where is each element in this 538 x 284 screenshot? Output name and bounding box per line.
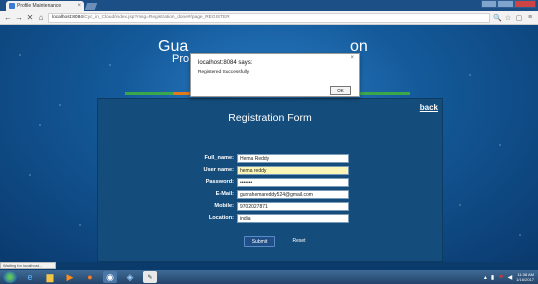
browser-titlebar: Profile Maintenance × xyxy=(0,0,538,11)
dialog-message: Registered Successfully xyxy=(198,70,250,75)
forward-arrow-icon[interactable]: → xyxy=(15,13,23,22)
form-title: Registration Form xyxy=(228,112,312,124)
minimize-button[interactable] xyxy=(481,0,498,8)
tab-title: Profile Maintenance xyxy=(17,3,62,9)
clock[interactable]: 11:38 AM 1/16/2017 xyxy=(516,272,534,282)
submit-button[interactable]: Submit xyxy=(244,236,275,247)
windows-taskbar: e ▆ ▶ ● ◉ ◈ ✎ ▴ ▮ ⚑ ◀ 11:38 AM 1/16/2017 xyxy=(0,270,538,284)
browser-status-bar: Waiting for localhost... xyxy=(0,262,56,269)
password-input[interactable]: ••••••• xyxy=(237,178,349,187)
dialog-close-icon[interactable]: × xyxy=(350,55,354,61)
page-subheading-left: Pro xyxy=(172,53,190,65)
folder-icon[interactable]: ▆ xyxy=(43,271,57,283)
menu-strip-segment[interactable] xyxy=(362,92,410,95)
url-host: localhost:8084 xyxy=(52,15,83,20)
password-label: Password: xyxy=(205,179,234,185)
form-row-user-name: User name: hema reddy xyxy=(98,166,444,176)
tab-close-icon[interactable]: × xyxy=(77,3,81,9)
window-close-button[interactable] xyxy=(513,0,536,8)
start-button[interactable] xyxy=(3,271,17,283)
menu-icon[interactable]: ≡ xyxy=(526,14,534,21)
full-name-label: Full_name: xyxy=(204,155,234,161)
window-controls xyxy=(481,0,536,8)
address-bar-row: ← → ✕ ⌂ localhost:8084 /Cyc_in_Cloud/ind… xyxy=(0,11,538,25)
bookmark-star-icon[interactable]: ☆ xyxy=(504,14,512,22)
back-link[interactable]: back xyxy=(420,103,438,112)
reset-button[interactable]: Reset xyxy=(285,236,313,247)
tray-arrow-icon[interactable]: ▴ xyxy=(484,274,487,281)
full-name-input[interactable]: Hema Reddy xyxy=(237,154,349,163)
media-player-icon[interactable]: ▶ xyxy=(63,271,77,283)
user-name-label: User name: xyxy=(203,167,234,173)
mobile-label: Mobile: xyxy=(214,203,234,209)
clock-date: 1/16/2017 xyxy=(516,277,534,282)
flag-icon[interactable]: ⚑ xyxy=(498,274,503,281)
maximize-button[interactable] xyxy=(497,0,514,8)
location-input[interactable]: india xyxy=(237,214,349,223)
form-row-location: Location: india xyxy=(98,214,444,224)
back-arrow-icon[interactable]: ← xyxy=(4,13,12,22)
location-label: Location: xyxy=(208,215,234,221)
mobile-input[interactable]: 9702027871 xyxy=(237,202,349,211)
url-path: /Cyc_in_Cloud/index.jsp?msg=Registration… xyxy=(82,15,230,20)
alert-dialog: localhost:8084 says: Registered Successf… xyxy=(190,53,360,97)
registration-panel: back Registration Form Full_name: Hema R… xyxy=(97,98,443,262)
dialog-title: localhost:8084 says: xyxy=(198,60,253,66)
volume-icon[interactable]: ◀ xyxy=(508,274,513,281)
netbeans-icon[interactable]: ◈ xyxy=(123,271,137,283)
page-content: Gua on Pro e back Registration Form Full… xyxy=(0,25,538,262)
ie-icon[interactable]: e xyxy=(23,271,37,283)
url-input[interactable]: localhost:8084 /Cyc_in_Cloud/index.jsp?m… xyxy=(48,12,490,23)
chrome-icon[interactable]: ◉ xyxy=(103,271,117,283)
extension-icon[interactable]: ▢ xyxy=(515,14,523,22)
network-icon[interactable]: ▮ xyxy=(491,274,494,281)
stop-icon[interactable]: ✕ xyxy=(26,13,34,22)
email-input[interactable]: gurrahemareddy524@gmail.com xyxy=(237,190,349,199)
system-tray: ▴ ▮ ⚑ ◀ 11:38 AM 1/16/2017 xyxy=(484,270,534,284)
zoom-icon[interactable]: 🔍 xyxy=(493,14,502,22)
form-row-password: Password: ••••••• xyxy=(98,178,444,188)
form-row-email: E-Mail: gurrahemareddy524@gmail.com xyxy=(98,190,444,200)
form-row-mobile: Mobile: 9702027871 xyxy=(98,202,444,212)
form-row-full-name: Full_name: Hema Reddy xyxy=(98,154,444,164)
dialog-ok-button[interactable]: OK xyxy=(330,86,351,95)
notepad-icon[interactable]: ✎ xyxy=(143,271,157,283)
browser-tab[interactable]: Profile Maintenance × xyxy=(6,1,84,11)
firefox-icon[interactable]: ● xyxy=(83,271,97,283)
page-favicon-icon xyxy=(9,3,15,9)
menu-strip-segment[interactable] xyxy=(125,92,173,95)
email-label: E-Mail: xyxy=(215,191,234,197)
user-name-input[interactable]: hema reddy xyxy=(237,166,349,175)
home-icon[interactable]: ⌂ xyxy=(37,13,45,22)
new-tab-button[interactable] xyxy=(84,3,98,10)
